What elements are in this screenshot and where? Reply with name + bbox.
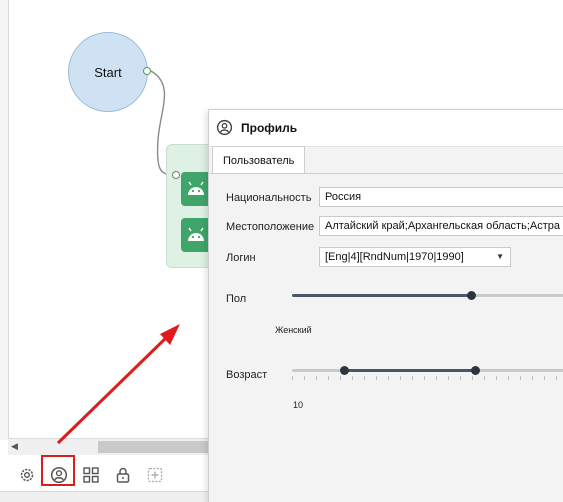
gender-slider-handle[interactable] [467, 291, 476, 300]
scroll-left-arrow-icon[interactable]: ◀ [11, 441, 18, 452]
add-item-button[interactable] [143, 463, 167, 487]
slider-tick [304, 376, 305, 380]
settings-button[interactable] [15, 463, 39, 487]
android-icon [188, 181, 204, 195]
profile-button-highlight [41, 455, 75, 486]
slider-tick [460, 376, 461, 380]
slider-tick [388, 376, 389, 380]
slider-tick [508, 376, 509, 380]
nationality-label: Национальность [226, 192, 312, 204]
profile-window: Профиль Пользователь Национальность Росс… [208, 109, 563, 502]
gear-icon [20, 468, 34, 482]
slider-tick [532, 376, 533, 380]
slider-tick [352, 376, 353, 380]
tab-divider [209, 173, 563, 174]
horizontal-scrollbar[interactable]: ◀ [8, 438, 210, 455]
slider-tick [400, 376, 401, 380]
slider-tick [472, 376, 473, 380]
modules-button[interactable] [79, 463, 103, 487]
age-slider-ticks [292, 376, 563, 380]
slider-tick [364, 376, 365, 380]
age-min-label: 10 [293, 400, 304, 410]
age-slider-max-handle[interactable] [471, 366, 480, 375]
gender-value-label: Женский [275, 325, 312, 335]
tab-user[interactable]: Пользователь [212, 146, 306, 174]
location-field[interactable]: Алтайский край;Архангельская область;Аст… [319, 216, 563, 236]
start-node[interactable]: Start [68, 32, 148, 112]
scrollbar-thumb[interactable] [98, 441, 210, 453]
gender-slider-fill [292, 294, 471, 297]
left-panel-edge [0, 0, 9, 440]
slider-tick [292, 376, 293, 380]
slider-tick [448, 376, 449, 380]
profile-window-titlebar[interactable]: Профиль [209, 110, 563, 147]
age-label: Возраст [226, 369, 268, 381]
profile-window-title: Профиль [241, 121, 298, 135]
slider-tick [556, 376, 557, 380]
grid-icon [83, 467, 99, 483]
android-action-tile[interactable] [181, 218, 211, 252]
slider-tick [412, 376, 413, 380]
android-action-tile[interactable] [181, 172, 211, 206]
age-slider-fill [344, 369, 476, 372]
slider-tick [496, 376, 497, 380]
slider-tick [376, 376, 377, 380]
slider-tick [544, 376, 545, 380]
nationality-field[interactable]: Россия [319, 187, 563, 207]
add-icon [147, 467, 163, 483]
action-block[interactable] [166, 144, 214, 268]
user-profile-icon [216, 119, 233, 136]
location-label: Местоположение [226, 221, 315, 233]
login-label: Логин [226, 252, 256, 264]
slider-tick [328, 376, 329, 380]
login-select-value: [Eng|4][RndNum|1970|1990] [325, 251, 464, 263]
login-select[interactable]: [Eng|4][RndNum|1970|1990] ▼ [319, 247, 511, 267]
slider-tick [424, 376, 425, 380]
start-node-label: Start [94, 64, 122, 80]
slider-tick [436, 376, 437, 380]
slider-tick [340, 376, 341, 380]
slider-tick [484, 376, 485, 380]
action-block-input-port[interactable] [172, 171, 180, 179]
start-node-output-port[interactable] [143, 67, 151, 75]
slider-tick [316, 376, 317, 380]
chevron-down-icon: ▼ [496, 252, 504, 261]
android-icon [188, 227, 204, 241]
bottom-toolbar [0, 455, 210, 495]
age-slider-min-handle[interactable] [340, 366, 349, 375]
gender-label: Пол [226, 293, 247, 305]
lock-button[interactable] [111, 463, 135, 487]
slider-tick [520, 376, 521, 380]
lock-icon [116, 467, 130, 483]
